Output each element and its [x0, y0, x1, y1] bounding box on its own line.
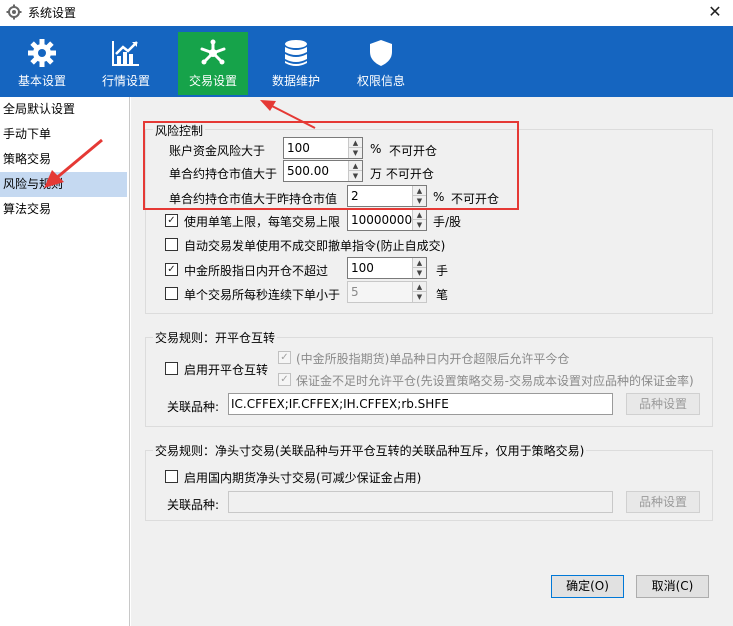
sidebar-item-risk-rules[interactable]: 风险与规则 — [0, 172, 127, 197]
related-symbols-label: 关联品种: — [167, 498, 220, 512]
chart-icon — [112, 41, 139, 66]
margin-insufficient-checkbox[interactable]: ✓ — [278, 373, 291, 386]
enable-open-close-label: 启用开平仓互转 — [184, 363, 269, 377]
cancel-button[interactable]: 取消(C) — [636, 575, 709, 598]
sidebar-item-strategy-trading[interactable]: 策略交易 — [0, 147, 129, 172]
cffex-intraday-label: 中金所股指日内开仓不超过 — [184, 264, 329, 278]
spin-up-icon[interactable]: ▲ — [413, 186, 426, 196]
cannot-open-label: 不可开仓 — [389, 144, 438, 158]
per-second-value: 5 — [351, 285, 359, 299]
title-bar: 系统设置 ✕ — [0, 0, 733, 26]
single-limit-value: 10000000 — [351, 213, 413, 227]
lots-shares-unit: 手/股 — [433, 215, 462, 229]
group-title: 风险控制 — [153, 122, 206, 139]
net-related-symbols-input[interactable] — [228, 491, 613, 513]
tab-data-maintenance[interactable]: 数据维护 — [261, 32, 331, 94]
single-limit-label: 使用单笔上限，每笔交易上限 — [184, 215, 341, 229]
sidebar-item-manual-order[interactable]: 手动下单 — [0, 122, 129, 147]
account-risk-label: 账户资金风险大于 — [169, 144, 266, 158]
tab-permission-info[interactable]: 权限信息 — [346, 32, 416, 94]
spin-up-icon[interactable]: ▲ — [413, 258, 426, 268]
enable-net-position-label: 启用国内期货净头寸交易(可减少保证金占用) — [184, 471, 422, 485]
spin-down-icon[interactable]: ▼ — [349, 171, 362, 181]
cffex-close-today-label: (中金所股指期货)单品种日内开仓超限后允许平今仓 — [296, 352, 570, 366]
contract-vs-yesterday-label: 单合约持仓市值大于昨持仓市值 — [169, 192, 338, 206]
contract-value-value: 500.00 — [287, 164, 329, 178]
contract-vs-yesterday-value: 2 — [351, 189, 359, 203]
lots-unit: 手 — [436, 264, 449, 278]
enable-net-position-checkbox[interactable] — [165, 470, 178, 483]
cannot-open-label: 不可开仓 — [451, 192, 500, 206]
tab-trade-settings[interactable]: 交易设置 — [178, 32, 248, 95]
contract-vs-yesterday-spinner[interactable]: 2 ▲ ▼ — [347, 185, 427, 207]
top-toolbar: 基本设置 行情设置 交易设置 数据维护 权限信息 — [0, 26, 733, 97]
spin-up-icon[interactable]: ▲ — [413, 282, 426, 292]
related-symbols-input[interactable]: IC.CFFEX;IF.CFFEX;IH.CFFEX;rb.SHFE — [228, 393, 613, 415]
orders-unit: 笔 — [436, 288, 449, 302]
tab-basic-settings[interactable]: 基本设置 — [7, 32, 77, 94]
account-risk-spinner[interactable]: 100 ▲ ▼ — [283, 137, 363, 159]
group-title: 交易规则：开平仓互转 — [153, 329, 278, 346]
contract-value-label: 单合约持仓市值大于 — [169, 167, 278, 181]
single-limit-spinner[interactable]: 10000000 ▲ ▼ — [347, 209, 427, 231]
sidebar-item-algo-trading[interactable]: 算法交易 — [0, 197, 129, 222]
cffex-intraday-value: 100 — [351, 261, 374, 275]
tab-label: 交易设置 — [188, 74, 237, 88]
window-title: 系统设置 — [28, 6, 77, 20]
sidebar: 全局默认设置 手动下单 策略交易 风险与规则 算法交易 — [0, 97, 130, 626]
tab-quote-settings[interactable]: 行情设置 — [91, 32, 161, 94]
auto-cancel-label: 自动交易发单使用不成交即撤单指令(防止自成交) — [184, 239, 446, 253]
trade-icon — [200, 39, 226, 65]
spin-up-icon[interactable]: ▲ — [349, 161, 362, 171]
percent-unit: % — [370, 142, 382, 156]
account-risk-value: 100 — [287, 141, 310, 155]
single-limit-checkbox[interactable]: ✓ — [165, 214, 178, 227]
tab-label: 基本设置 — [17, 74, 66, 88]
related-symbols-label: 关联品种: — [167, 400, 220, 414]
spin-up-icon[interactable]: ▲ — [349, 138, 362, 148]
symbol-settings-button[interactable]: 品种设置 — [626, 393, 700, 415]
spin-down-icon[interactable]: ▼ — [413, 268, 426, 278]
group-title: 交易规则：净头寸交易(关联品种与开平仓互转的关联品种互斥，仅用于策略交易) — [153, 442, 587, 459]
shield-icon — [370, 40, 392, 66]
ok-button[interactable]: 确定(O) — [551, 575, 624, 598]
enable-open-close-checkbox[interactable] — [165, 362, 178, 375]
tab-label: 行情设置 — [101, 74, 150, 88]
wan-cannot-open-label: 万 不可开仓 — [370, 167, 434, 181]
net-symbol-settings-button[interactable]: 品种设置 — [626, 491, 700, 513]
cffex-intraday-checkbox[interactable]: ✓ — [165, 263, 178, 276]
tab-label: 权限信息 — [356, 74, 405, 88]
contract-value-spinner[interactable]: 500.00 ▲ ▼ — [283, 160, 363, 182]
per-second-checkbox[interactable] — [165, 287, 178, 300]
per-second-label: 单个交易所每秒连续下单小于 — [184, 288, 341, 302]
database-icon — [285, 40, 307, 66]
tab-label: 数据维护 — [271, 74, 320, 88]
cffex-intraday-spinner[interactable]: 100 ▲ ▼ — [347, 257, 427, 279]
settings-panel: 风险控制 账户资金风险大于 100 ▲ ▼ % 不可开仓 单合约持仓市值大于 50… — [131, 97, 733, 626]
gear-icon — [28, 39, 56, 67]
spin-down-icon[interactable]: ▼ — [413, 292, 426, 302]
settings-gear-icon — [6, 4, 22, 20]
spin-down-icon[interactable]: ▼ — [413, 196, 426, 206]
per-second-spinner[interactable]: 5 ▲ ▼ — [347, 281, 427, 303]
percent-unit: % — [433, 190, 445, 204]
close-icon[interactable]: ✕ — [705, 2, 725, 22]
cffex-close-today-checkbox[interactable]: ✓ — [278, 351, 291, 364]
spin-down-icon[interactable]: ▼ — [349, 148, 362, 158]
spin-up-icon[interactable]: ▲ — [413, 210, 426, 220]
margin-insufficient-label: 保证金不足时允许平仓(先设置策略交易-交易成本设置对应品种的保证金率) — [296, 374, 694, 388]
sidebar-item-global-defaults[interactable]: 全局默认设置 — [0, 97, 129, 122]
spin-down-icon[interactable]: ▼ — [413, 220, 426, 230]
auto-cancel-checkbox[interactable] — [165, 238, 178, 251]
